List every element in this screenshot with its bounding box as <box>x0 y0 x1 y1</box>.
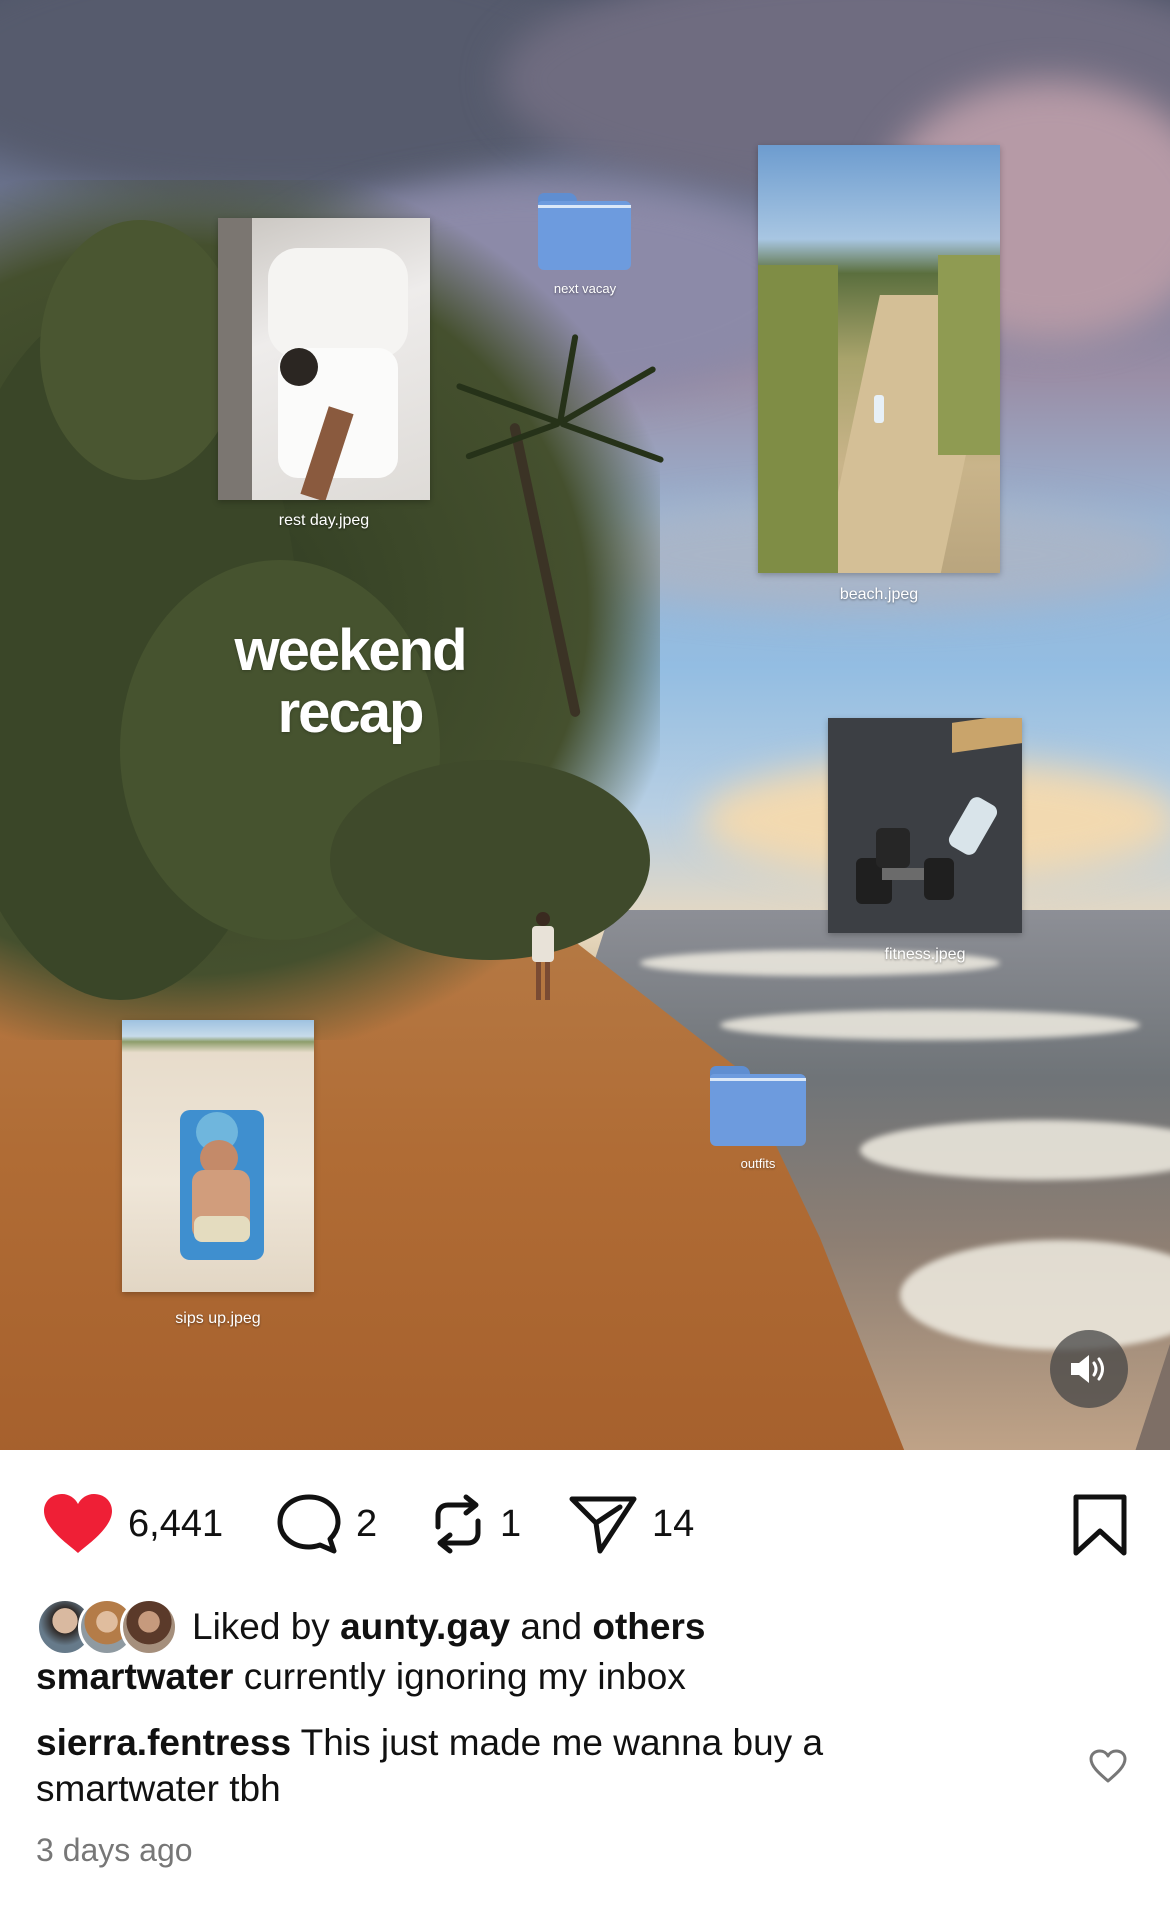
heart-icon <box>44 1494 112 1553</box>
next-vacay-folder-icon[interactable] <box>538 193 631 270</box>
comment-like-button[interactable] <box>1088 1748 1128 1789</box>
rest-day-photo[interactable] <box>218 218 430 500</box>
post-media[interactable]: rest day.jpeg next vacay beach.jpeg fitn… <box>0 0 1170 1450</box>
bookmark-button[interactable] <box>1072 1493 1128 1562</box>
wave-foam <box>720 1010 1140 1040</box>
sound-toggle-button[interactable] <box>1050 1330 1128 1408</box>
sips-up-photo[interactable] <box>122 1020 314 1292</box>
bookmark-icon <box>1073 1494 1127 1556</box>
headline-line-1: weekend <box>234 618 468 683</box>
comment-button[interactable]: 2 <box>276 1493 377 1555</box>
outfits-label: outfits <box>740 1156 776 1171</box>
outfits-folder-icon[interactable] <box>710 1066 806 1146</box>
top-comment: sierra.fentress This just made me wanna … <box>36 1720 966 1812</box>
repost-icon <box>435 1494 481 1554</box>
fitness-photo[interactable] <box>828 718 1022 933</box>
post-caption: smartwater currently ignoring my inbox <box>36 1654 1116 1700</box>
walking-person <box>530 912 556 1002</box>
liked-by-prefix: Liked by <box>192 1606 330 1647</box>
shares-count: 14 <box>652 1502 695 1545</box>
rest-day-label: rest day.jpeg <box>278 512 370 529</box>
send-icon <box>569 1496 637 1554</box>
liked-by-others-link[interactable]: others <box>592 1606 705 1647</box>
caption-text: currently ignoring my inbox <box>243 1656 686 1697</box>
sips-up-label: sips up.jpeg <box>175 1310 261 1327</box>
reposts-count: 1 <box>500 1502 522 1545</box>
beach-photo[interactable] <box>758 145 1000 573</box>
comment-username[interactable]: sierra.fentress <box>36 1722 291 1763</box>
beach-label: beach.jpeg <box>839 586 919 603</box>
liked-by-row[interactable]: Liked by aunty.gay and others <box>36 1597 705 1657</box>
liked-by-and: and <box>520 1606 583 1647</box>
post-headline: weekend recap <box>200 620 500 744</box>
share-button[interactable]: 14 <box>568 1493 694 1555</box>
speaker-on-icon <box>1071 1355 1104 1383</box>
liker-avatars <box>36 1598 178 1656</box>
avatar <box>120 1598 178 1656</box>
tree-foliage <box>40 220 240 480</box>
headline-line-2: recap <box>277 680 425 745</box>
comments-count: 2 <box>356 1502 378 1545</box>
next-vacay-label: next vacay <box>553 281 617 296</box>
liker-username[interactable]: aunty.gay <box>340 1606 510 1647</box>
heart-outline-icon <box>1089 1749 1127 1783</box>
fitness-label: fitness.jpeg <box>884 946 966 963</box>
likes-count: 6,441 <box>128 1502 224 1545</box>
post-timestamp: 3 days ago <box>36 1832 193 1868</box>
action-bar: 6,441 2 1 14 <box>0 1450 1170 1590</box>
tree-foliage <box>330 760 650 960</box>
repost-button[interactable]: 1 <box>430 1493 521 1555</box>
like-button[interactable]: 6,441 <box>42 1493 223 1555</box>
liked-by-text: Liked by aunty.gay and others <box>192 1606 705 1648</box>
comment-icon <box>277 1494 341 1554</box>
caption-username[interactable]: smartwater <box>36 1656 233 1697</box>
